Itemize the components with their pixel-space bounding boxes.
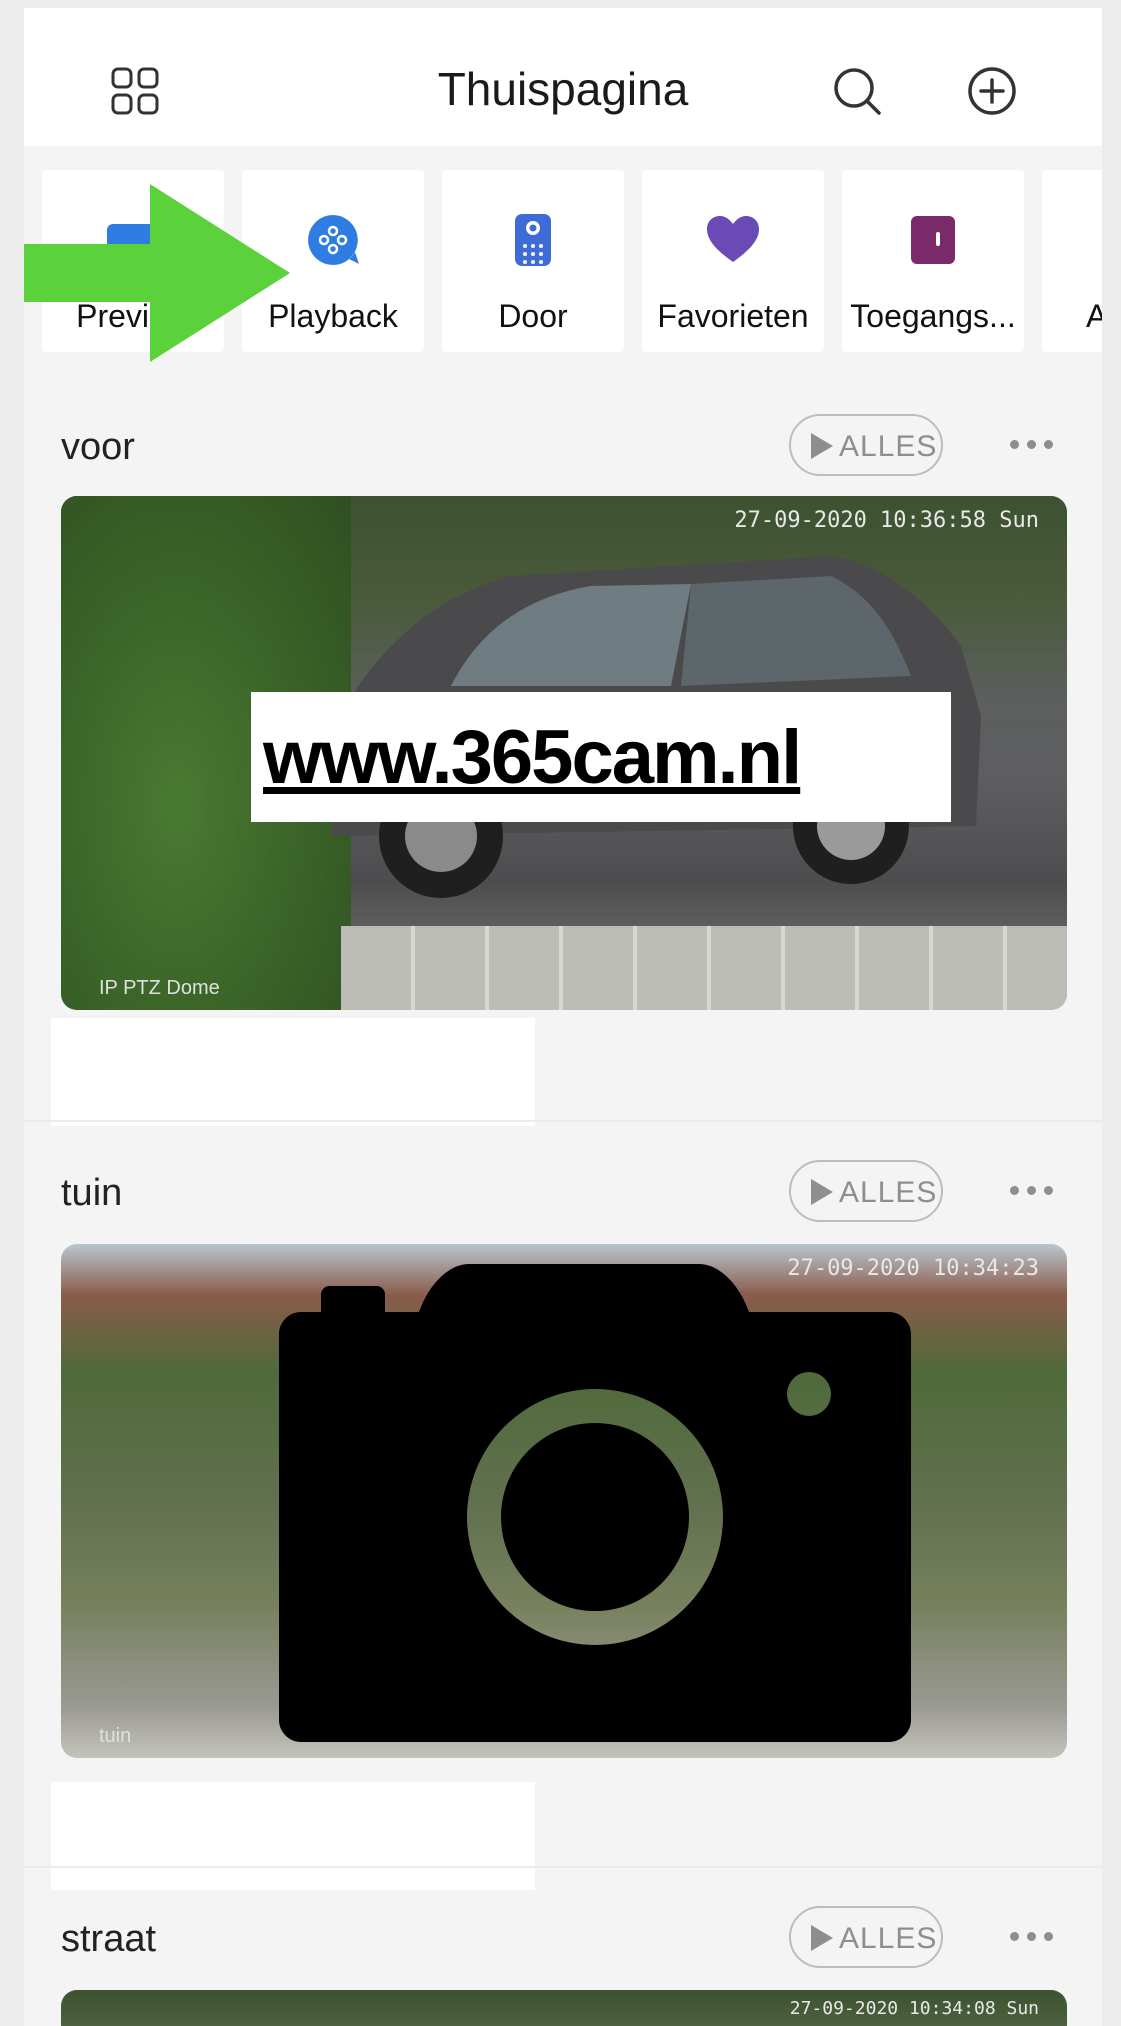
camera-icon <box>279 1264 911 1742</box>
watermark-box: www.365cam.nl <box>251 692 951 822</box>
more-options-button[interactable] <box>1004 1170 1060 1210</box>
shortcut-more[interactable]: A <box>1042 170 1102 352</box>
app-screen: Thuispagina Preview Playback Door Favori… <box>24 8 1102 2026</box>
alles-label: ALLES <box>839 430 938 463</box>
access-card-icon <box>911 216 955 264</box>
play-icon <box>811 1925 833 1951</box>
section-divider <box>24 1120 1102 1122</box>
play-icon <box>811 1179 833 1205</box>
shortcut-label: A <box>1086 298 1102 334</box>
alles-button[interactable]: ALLES <box>789 1160 943 1222</box>
camera-thumbnail-straat[interactable]: 27-09-2020 10:34:08 Sun <box>61 1990 1067 2026</box>
shortcut-toegangs[interactable]: Toegangs... <box>842 170 1024 352</box>
shortcut-door[interactable]: Door <box>442 170 624 352</box>
shortcut-label: Door <box>498 298 568 334</box>
section-title: straat <box>61 1918 157 1960</box>
more-options-button[interactable] <box>1004 424 1060 464</box>
section-title: voor <box>61 426 135 468</box>
camera-thumbnail-tuin[interactable]: 27-09-2020 10:34:23 tuin <box>61 1244 1067 1758</box>
section-divider <box>24 1866 1102 1868</box>
camera-thumbnail-voor[interactable]: 27-09-2020 10:36:58 Sun IP PTZ Dome www.… <box>61 496 1067 1010</box>
more-options-button[interactable] <box>1004 1916 1060 1956</box>
alles-label: ALLES <box>839 1922 938 1955</box>
alles-button[interactable]: ALLES <box>789 414 943 476</box>
camera-timestamp: 27-09-2020 10:36:58 Sun <box>734 508 1039 533</box>
green-arrow-icon <box>24 184 290 362</box>
alles-button[interactable]: ALLES <box>789 1906 943 1968</box>
section-title: tuin <box>61 1172 123 1214</box>
camera-name-overlay: IP PTZ Dome <box>99 977 220 999</box>
doorbell-icon <box>515 214 551 266</box>
redacted-block <box>51 1018 535 1126</box>
alles-label: ALLES <box>839 1176 938 1209</box>
camera-name-overlay: tuin <box>99 1725 132 1747</box>
plus-circle-icon[interactable] <box>967 66 1017 116</box>
watermark-text: www.365cam.nl <box>263 715 802 800</box>
shortcut-label: Toegangs... <box>850 298 1016 334</box>
section-header-straat: straat ALLES <box>24 1898 1102 1978</box>
shortcut-favorieten[interactable]: Favorieten <box>642 170 824 352</box>
section-header-tuin: tuin ALLES <box>24 1152 1102 1232</box>
shortcut-label: Favorieten <box>657 298 809 334</box>
heart-icon <box>707 216 759 262</box>
section-header-voor: voor ALLES <box>24 406 1102 486</box>
play-icon <box>811 433 833 459</box>
page-title: Thuispagina <box>437 63 689 115</box>
top-bar: Thuispagina <box>24 8 1102 146</box>
redacted-block <box>51 1782 535 1890</box>
camera-timestamp: 27-09-2020 10:34:08 Sun <box>789 1998 1039 2019</box>
pavement <box>341 926 1067 1010</box>
search-icon[interactable] <box>832 66 882 116</box>
